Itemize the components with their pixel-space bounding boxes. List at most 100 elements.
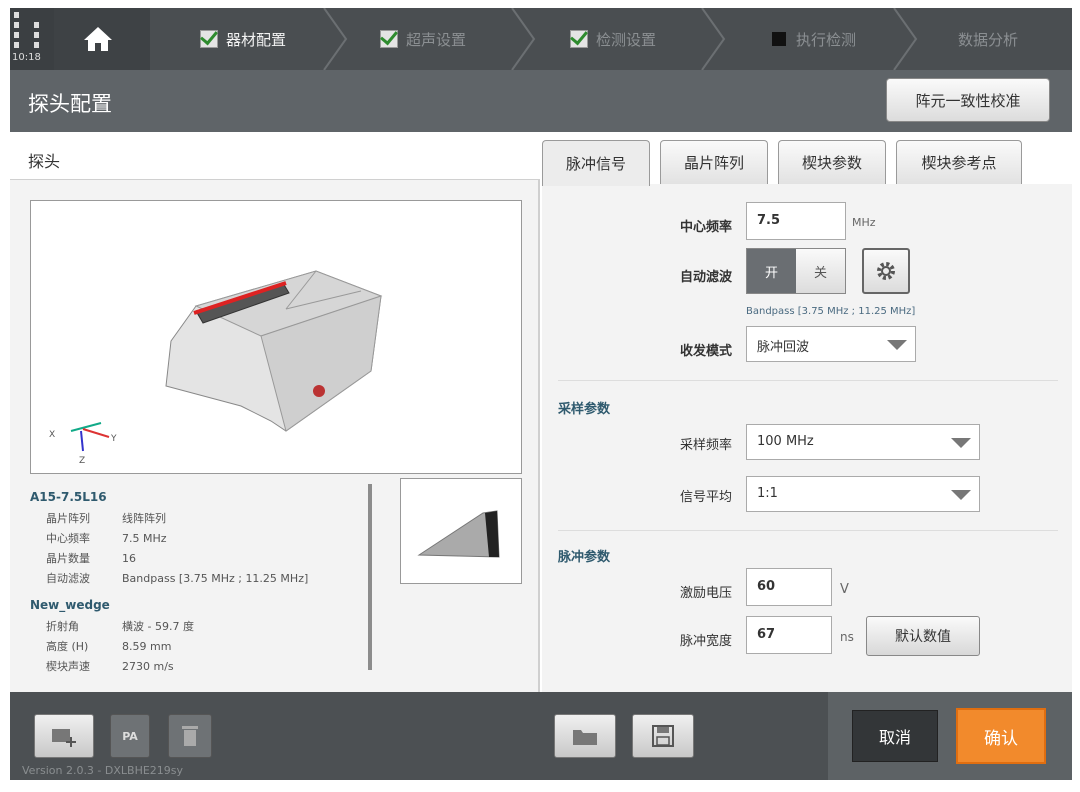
pulse-params-section-title: 脉冲参数: [558, 550, 611, 565]
gear-icon: [877, 262, 895, 280]
pulse-width-input[interactable]: 67: [746, 616, 832, 654]
status-indicator: [14, 32, 19, 38]
status-indicator: [14, 12, 19, 18]
element-calibration-button[interactable]: 阵元一致性校准: [886, 78, 1050, 122]
tab-wedge-params[interactable]: 楔块参数: [778, 140, 886, 184]
sample-rate-value: 100 MHz: [757, 434, 814, 449]
add-probe-button[interactable]: [34, 714, 94, 758]
workflow-steps: 器材配置 超声设置 检测设置 执行检测 数据分析: [150, 8, 1072, 70]
tab-pulse-signal[interactable]: 脉冲信号: [542, 140, 650, 186]
checkbox-checked-icon: [570, 30, 588, 48]
pa-mode-button[interactable]: PA: [110, 714, 150, 758]
clock: 10:18: [12, 52, 41, 63]
step-label: 检测设置: [596, 30, 657, 49]
chevron-down-icon: [887, 340, 907, 350]
info-value: 8.59 mm: [122, 639, 172, 653]
sampling-section-title: 采样参数: [558, 402, 611, 417]
excitation-voltage-input[interactable]: 60: [746, 568, 832, 606]
info-row: 晶片数量 16: [30, 548, 370, 568]
probe-info-list: A15-7.5L16 晶片阵列 线阵阵列 中心频率 7.5 MHz 晶片数量 16 自…: [30, 484, 370, 682]
wedge-name: New_wedge: [30, 598, 110, 612]
axis-gizmo-icon: [70, 422, 110, 452]
step-data-analysis[interactable]: 数据分析: [958, 8, 1018, 70]
info-scrollbar[interactable]: [368, 484, 372, 670]
step-ultrasound-settings[interactable]: 超声设置: [380, 8, 466, 70]
chevron-right-icon: [893, 8, 918, 70]
sample-rate-label: 采样频率: [679, 438, 732, 453]
delete-button[interactable]: [168, 714, 212, 758]
chevron-right-icon: [701, 8, 726, 70]
tx-mode-select[interactable]: 脉冲回波: [746, 326, 916, 362]
trash-icon: [182, 726, 198, 746]
probe-name: A15-7.5L16: [30, 490, 107, 504]
divider: [558, 380, 1058, 381]
settings-tabs: 脉冲信号 晶片阵列 楔块参数 楔块参考点: [542, 132, 1072, 186]
info-row: 晶片阵列 线阵阵列: [30, 508, 370, 528]
info-key: 折射角: [46, 620, 79, 633]
settings-panel: 脉冲信号 晶片阵列 楔块参数 楔块参考点 中心频率 7.5 MHz 自动滤波 开…: [542, 132, 1072, 692]
open-file-button[interactable]: [554, 714, 616, 758]
save-button[interactable]: [632, 714, 694, 758]
save-icon: [652, 725, 674, 747]
filter-settings-button[interactable]: [862, 248, 910, 294]
center-freq-input[interactable]: 7.5: [746, 202, 846, 240]
signal-average-label: 信号平均: [679, 490, 732, 505]
sample-rate-select[interactable]: 100 MHz: [746, 424, 980, 460]
pulse-width-label: 脉冲宽度: [679, 634, 732, 649]
tab-element-array[interactable]: 晶片阵列: [660, 140, 768, 184]
signal-average-value: 1:1: [757, 486, 778, 501]
info-row: 自动滤波 Bandpass [3.75 MHz ; 11.25 MHz]: [30, 568, 370, 588]
toggle-on-option[interactable]: 开: [747, 249, 796, 293]
step-label: 器材配置: [226, 30, 287, 49]
divider: [558, 530, 1058, 531]
status-area: 10:18: [10, 8, 54, 70]
info-key: 晶片阵列: [46, 512, 90, 525]
add-folder-icon: [52, 729, 76, 747]
voltage-unit: V: [840, 582, 849, 597]
step-label: 超声设置: [406, 30, 467, 49]
auto-filter-label: 自动滤波: [679, 270, 732, 285]
step-equipment-config[interactable]: 器材配置: [200, 8, 286, 70]
info-key: 楔块声速: [46, 660, 90, 673]
probe-3d-viewer[interactable]: X Y Z: [30, 200, 522, 474]
chevron-right-icon: [511, 8, 536, 70]
step-run-inspection[interactable]: 执行检测: [772, 8, 856, 70]
toggle-off-option[interactable]: 关: [796, 249, 845, 293]
home-button[interactable]: [54, 8, 150, 70]
auto-filter-toggle[interactable]: 开 关: [746, 248, 846, 294]
probe-panel: 探头 X Y Z A15-7.5L16 晶片阵列 线阵阵列 中心频率 7.5 MHz…: [10, 132, 540, 692]
page-title: 探头配置: [28, 92, 112, 116]
info-value: 16: [122, 551, 136, 565]
info-row: 折射角 横波 - 59.7 度: [30, 616, 370, 636]
version-text: Version 2.0.3 - DXLBHE219sy: [22, 764, 184, 777]
reference-point-marker: [313, 385, 325, 397]
wedge-profile-icon: [417, 510, 500, 558]
info-key: 高度 (H): [46, 640, 89, 653]
pulse-width-unit: ns: [840, 630, 854, 644]
excitation-voltage-label: 激励电压: [679, 586, 732, 601]
confirm-button[interactable]: 确认: [956, 708, 1046, 764]
info-value: 7.5 MHz: [122, 531, 167, 545]
chevron-down-icon: [951, 438, 971, 448]
wedge-side-thumbnail[interactable]: [400, 478, 522, 584]
tx-mode-value: 脉冲回波: [757, 340, 810, 355]
info-row: 楔块声速 2730 m/s: [30, 656, 370, 676]
info-value: 线阵阵列: [122, 512, 166, 525]
step-inspection-settings[interactable]: 检测设置: [570, 8, 656, 70]
status-indicator: [14, 42, 19, 48]
axis-label-z: Z: [79, 456, 85, 466]
checkbox-checked-icon: [380, 30, 398, 48]
probe-panel-title: 探头: [10, 132, 540, 180]
tab-wedge-reference-point[interactable]: 楔块参考点: [896, 140, 1022, 184]
default-values-button[interactable]: 默认数值: [866, 616, 980, 656]
folder-icon: [573, 730, 597, 745]
wedge-3d-model: X Y Z: [49, 270, 383, 466]
page-header: 探头配置 阵元一致性校准: [10, 70, 1072, 132]
signal-average-select[interactable]: 1:1: [746, 476, 980, 512]
cancel-button[interactable]: 取消: [852, 710, 938, 762]
info-value: 横波 - 59.7 度: [122, 620, 194, 633]
axis-label-x: X: [49, 430, 55, 440]
info-row: 中心频率 7.5 MHz: [30, 528, 370, 548]
bottom-toolbar: PA Version 2.0.3 - DXLBHE219sy 取消 确认: [10, 692, 1072, 780]
info-key: 自动滤波: [46, 572, 90, 585]
